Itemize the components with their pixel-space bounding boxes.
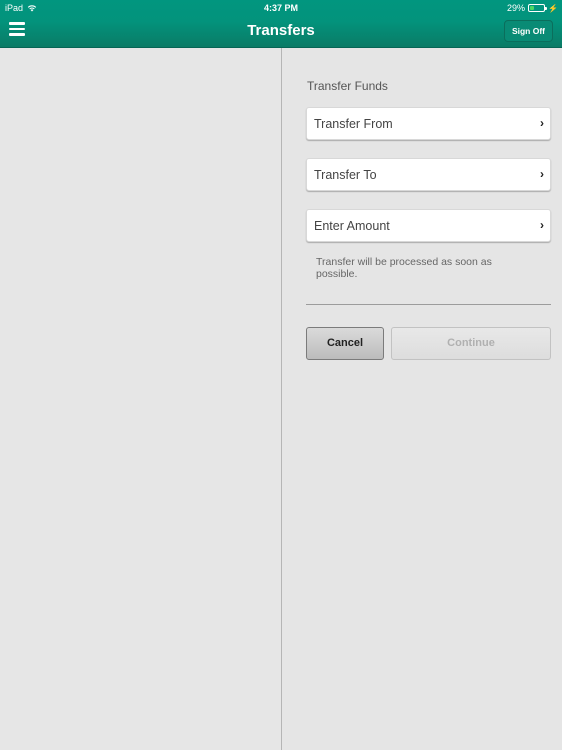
transfer-to-field[interactable]: Transfer To › [306, 158, 551, 191]
chevron-right-icon: › [540, 167, 544, 181]
section-title: Transfer Funds [307, 79, 388, 93]
field-label: Transfer From [314, 117, 393, 131]
status-bar: iPad 4:37 PM 29% ⚡ [0, 0, 562, 15]
field-label: Enter Amount [314, 219, 390, 233]
continue-button[interactable]: Continue [391, 327, 551, 360]
navigation-bar: iPad 4:37 PM 29% ⚡ Transfers Sign Off [0, 0, 562, 48]
cancel-button[interactable]: Cancel [306, 327, 384, 360]
enter-amount-field[interactable]: Enter Amount › [306, 209, 551, 242]
battery-icon [528, 4, 548, 12]
transfer-from-field[interactable]: Transfer From › [306, 107, 551, 140]
field-label: Transfer To [314, 168, 377, 182]
page-title: Transfers [247, 22, 315, 39]
detail-pane: Transfer Funds Transfer From › Transfer … [282, 48, 562, 750]
charging-bolt-icon: ⚡ [548, 3, 558, 13]
status-right: 29% ⚡ [507, 3, 558, 13]
sign-off-button[interactable]: Sign Off [503, 20, 553, 42]
form-divider [306, 304, 551, 305]
processing-note: Transfer will be processed as soon as po… [316, 256, 492, 280]
battery-percent: 29% [507, 3, 526, 13]
chevron-right-icon: › [540, 218, 544, 232]
master-pane [0, 48, 281, 750]
chevron-right-icon: › [540, 116, 544, 130]
battery-fill [530, 6, 535, 10]
status-time: 4:37 PM [263, 3, 298, 13]
